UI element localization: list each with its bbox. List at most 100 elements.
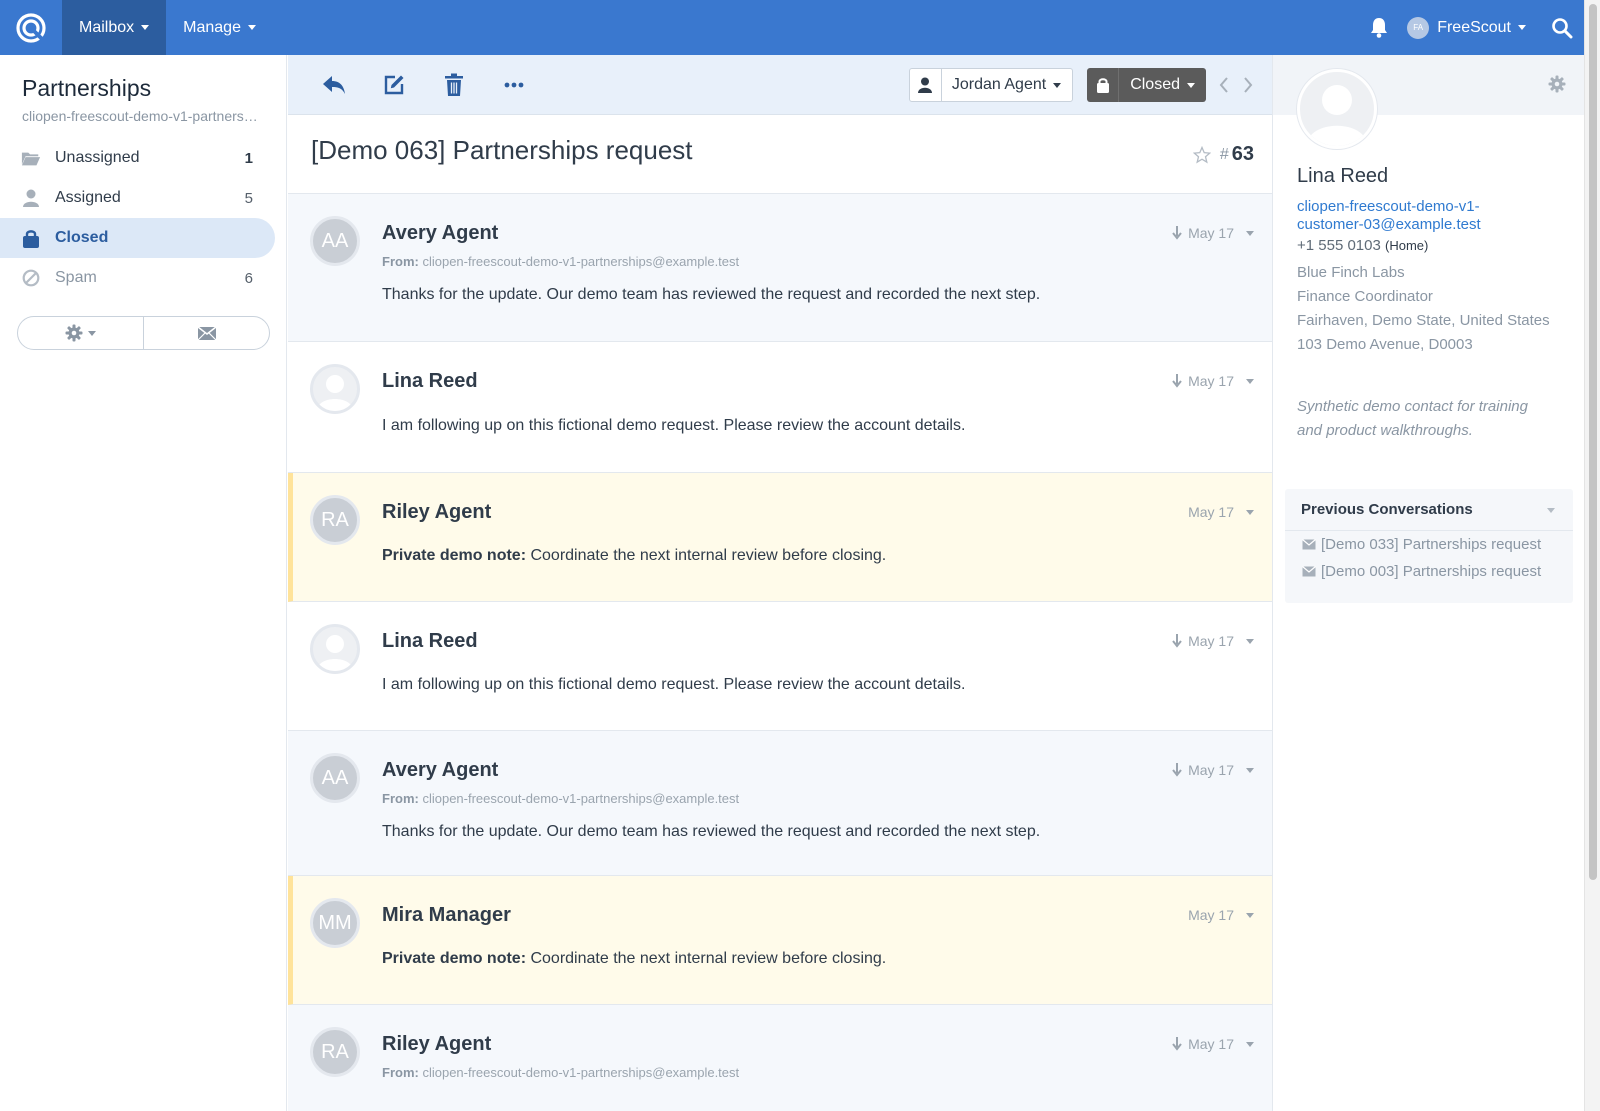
- thread-date: May 17: [1188, 907, 1234, 923]
- user-silhouette-icon: [317, 635, 353, 671]
- avatar: AA: [310, 216, 360, 266]
- thread-menu-chevron-icon[interactable]: [1246, 509, 1254, 515]
- folder-label: Closed: [55, 229, 109, 246]
- new-conversation-button[interactable]: [143, 317, 269, 349]
- note-label: Private demo note:: [382, 547, 527, 564]
- chevron-down-icon: [1547, 508, 1555, 513]
- mailbox-settings-button[interactable]: [18, 317, 143, 349]
- customer-settings-button[interactable]: [1548, 75, 1566, 98]
- previous-conversations-toggle[interactable]: Previous Conversations: [1285, 489, 1573, 531]
- freescout-logo[interactable]: [0, 0, 62, 55]
- note-label: Private demo note:: [382, 950, 527, 967]
- download-arrow-icon: [1172, 374, 1182, 388]
- thread-author: Avery Agent: [382, 222, 499, 244]
- reply-icon: [323, 75, 345, 94]
- chevron-down-icon: [1053, 82, 1062, 88]
- thread-from: From: cliopen-freescout-demo-v1-partners…: [382, 1065, 739, 1080]
- nav-mailbox-menu[interactable]: Mailbox: [62, 0, 167, 55]
- from-address: cliopen-freescout-demo-v1-partnerships@e…: [422, 254, 740, 269]
- sidebar-action-buttons: [17, 316, 270, 350]
- delete-button[interactable]: [424, 55, 484, 115]
- previous-conversation-title: [Demo 003] Partnerships request: [1321, 563, 1542, 580]
- search-button[interactable]: [1540, 17, 1584, 39]
- customer-job-title: Finance Coordinator: [1297, 288, 1433, 305]
- from-label: From:: [382, 791, 419, 806]
- avatar: FA: [1407, 16, 1430, 39]
- chevron-down-icon: [247, 25, 256, 30]
- prev-conversation-button[interactable]: [1212, 77, 1236, 93]
- customer-location: Fairhaven, Demo State, United States: [1297, 312, 1550, 329]
- nav-mailbox-label: Mailbox: [79, 18, 135, 36]
- scrollbar-thumb[interactable]: [1589, 4, 1597, 880]
- page-scrollbar[interactable]: [1584, 0, 1600, 1111]
- thread-author: Avery Agent: [382, 759, 499, 781]
- star-icon[interactable]: [1192, 145, 1211, 164]
- thread-date: May 17: [1188, 225, 1234, 241]
- nav-manage-menu[interactable]: Manage: [166, 0, 273, 55]
- folder-spam[interactable]: Spam 6: [0, 258, 275, 298]
- customer-company: Blue Finch Labs: [1297, 264, 1405, 281]
- envelope-icon: [1302, 539, 1316, 550]
- mailbox-name: Partnerships: [22, 75, 152, 101]
- thread-item: AA Avery Agent From: cliopen-freescout-d…: [288, 731, 1272, 876]
- thread-menu-chevron-icon[interactable]: [1246, 767, 1254, 773]
- thread-menu-chevron-icon[interactable]: [1246, 912, 1254, 918]
- top-navbar: Mailbox Manage FA FreeScout: [0, 0, 1584, 55]
- thread-menu-chevron-icon[interactable]: [1246, 378, 1254, 384]
- folder-count: 1: [244, 149, 253, 167]
- thread-body: Thanks for the update. Our demo team has…: [382, 286, 1041, 303]
- thread-author: Lina Reed: [382, 630, 478, 652]
- previous-conversation-link[interactable]: [Demo 003] Partnerships request: [1285, 558, 1573, 585]
- assignee-name: Jordan Agent: [951, 76, 1047, 93]
- folder-unassigned[interactable]: Unassigned 1: [0, 138, 275, 178]
- search-icon: [1552, 17, 1573, 38]
- avatar: RA: [310, 1027, 360, 1077]
- thread-menu-chevron-icon[interactable]: [1246, 638, 1254, 644]
- conversation-subject: [Demo 063] Partnerships request: [311, 135, 693, 165]
- user-name: FreeScout: [1437, 18, 1511, 36]
- customer-name: Lina Reed: [1297, 165, 1389, 187]
- customer-avatar: [310, 364, 360, 414]
- folder-label: Spam: [55, 269, 97, 286]
- notifications-button[interactable]: [1359, 17, 1399, 39]
- from-address: cliopen-freescout-demo-v1-partnerships@e…: [422, 1065, 740, 1080]
- thread-menu-chevron-icon[interactable]: [1246, 1041, 1254, 1047]
- thread-body: I am following up on this fictional demo…: [382, 676, 966, 693]
- folder-count: 5: [244, 189, 253, 207]
- ban-icon: [21, 268, 41, 288]
- chevron-down-icon: [1187, 82, 1195, 88]
- next-conversation-button[interactable]: [1236, 77, 1260, 93]
- customer-avatar[interactable]: [1297, 69, 1377, 149]
- logo-icon: [16, 12, 46, 43]
- edit-button[interactable]: [364, 55, 424, 115]
- mailbox-email: cliopen-freescout-demo-v1-partnerships@e…: [22, 108, 260, 124]
- download-arrow-icon: [1172, 226, 1182, 240]
- previous-conversation-link[interactable]: [Demo 033] Partnerships request: [1285, 531, 1573, 558]
- reply-button[interactable]: [304, 55, 364, 115]
- status-label: Closed: [1130, 76, 1180, 93]
- avatar: AA: [310, 753, 360, 803]
- conversation-number: 63: [1231, 143, 1254, 165]
- thread-date: May 17: [1188, 504, 1234, 520]
- thread-author: Mira Manager: [382, 904, 511, 926]
- folder-assigned[interactable]: Assigned 5: [0, 178, 275, 218]
- thread-body: I am following up on this fictional demo…: [382, 417, 966, 434]
- assignee-dropdown[interactable]: Jordan Agent: [908, 68, 1074, 102]
- folder-open-icon: [21, 148, 41, 168]
- folder-closed[interactable]: Closed: [0, 218, 275, 258]
- customer-address: 103 Demo Avenue, D0003: [1297, 336, 1473, 353]
- thread-menu-chevron-icon[interactable]: [1246, 230, 1254, 236]
- chevron-left-icon: [1219, 77, 1228, 93]
- note-text: Coordinate the next internal review befo…: [526, 950, 887, 967]
- more-actions-button[interactable]: [484, 55, 544, 115]
- thread-from: From: cliopen-freescout-demo-v1-partners…: [382, 254, 739, 269]
- download-arrow-icon: [1172, 634, 1182, 648]
- conversation-main: Jordan Agent Closed [Demo 063] Partnersh…: [288, 55, 1272, 1111]
- user-menu[interactable]: FA FreeScout: [1399, 16, 1540, 39]
- customer-email-link[interactable]: cliopen-freescout-demo-v1-customer-03@ex…: [1297, 198, 1537, 234]
- user-silhouette-icon: [1307, 85, 1367, 146]
- thread-item-note: RA Riley Agent Private demo note: Coordi…: [288, 473, 1272, 602]
- previous-conversations: Previous Conversations [Demo 033] Partne…: [1285, 489, 1573, 603]
- customer-notes: Synthetic demo contact for training and …: [1297, 398, 1528, 439]
- status-dropdown[interactable]: Closed: [1087, 68, 1206, 102]
